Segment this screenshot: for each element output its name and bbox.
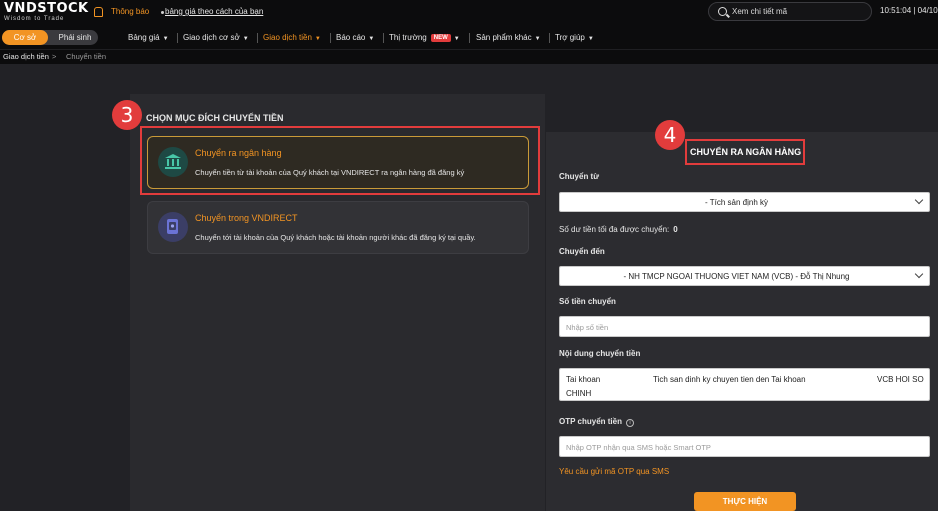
annotation-step-4: 4 [655, 120, 685, 150]
bell-icon[interactable] [94, 7, 103, 17]
chevron-down-icon [914, 195, 924, 205]
content-text-2: Tich san dinh ky chuyen tien den Tai kho… [653, 375, 806, 384]
breadcrumb-current: Chuyển tiền [66, 52, 107, 61]
main-nav: Cơ sở Phái sinh Bảng giá ▼ Giao dịch cơ s… [0, 27, 938, 49]
nav-divider [330, 33, 331, 43]
otp-input[interactable]: Nhập OTP nhận qua SMS hoặc Smart OTP [559, 436, 930, 457]
nav-label: Giao dịch tiền [263, 33, 312, 42]
logo-text: VNDSTOCK [4, 1, 89, 16]
request-otp-link[interactable]: Yêu cầu gửi mã OTP qua SMS [559, 467, 669, 476]
nav-divider [257, 33, 258, 43]
from-account-value: - Tích sản định kỳ [705, 198, 768, 207]
nav-divider [469, 33, 470, 43]
to-bank-select[interactable]: - NH TMCP NGOAI THUONG VIET NAM (VCB) - … [559, 266, 930, 286]
amount-input[interactable]: Nhập số tiền [559, 316, 930, 337]
chevron-down-icon [914, 269, 924, 279]
to-bank-value: - NH TMCP NGOAI THUONG VIET NAM (VCB) - … [623, 272, 850, 281]
market-tab-spot[interactable]: Cơ sở [2, 30, 48, 45]
transfer-content-field[interactable]: Tai khoan Tich san dinh ky chuyen tien d… [559, 368, 930, 401]
amount-label: Số tiền chuyển [559, 297, 616, 306]
nav-label: Giao dịch cơ sở [183, 33, 240, 42]
otp-placeholder: Nhập OTP nhận qua SMS hoặc Smart OTP [566, 443, 711, 452]
caret-down-icon: ▼ [368, 36, 375, 42]
nav-label: Thị trường [389, 33, 427, 42]
info-icon[interactable]: i [625, 419, 634, 427]
option-title: Chuyển trong VNDIRECT [195, 213, 298, 223]
max-balance-label: Số dư tiền tối đa được chuyển: [559, 225, 670, 234]
annotation-box-step-4 [685, 139, 805, 165]
market-switch[interactable]: Cơ sở Phái sinh [2, 30, 98, 45]
ticker-text[interactable]: bảng giá theo cách của bạn [165, 7, 263, 16]
option-internal-transfer[interactable]: Chuyển trong VNDIRECT Chuyển tới tài kho… [147, 201, 529, 254]
search-icon [718, 7, 727, 16]
top-bar: VNDSTOCK Wisdom to Trade Thông báo bảng … [0, 0, 938, 27]
annotation-step-3: 3 [112, 100, 142, 130]
nav-divider [383, 33, 384, 43]
caret-down-icon: ▼ [162, 36, 169, 42]
content-text-1: Tai khoan [566, 375, 601, 384]
caret-down-icon: ▼ [534, 36, 541, 42]
content-label: Nội dung chuyển tiền [559, 349, 641, 358]
purpose-title: CHỌN MỤC ĐÍCH CHUYỂN TIỀN [146, 113, 284, 123]
nav-divider [177, 33, 178, 43]
nav-label: Sản phẩm khác [476, 33, 532, 42]
breadcrumb: Giao dịch tiền > Chuyển tiền [0, 49, 938, 64]
transfer-card-icon [158, 212, 188, 242]
logo-tagline: Wisdom to Trade [4, 16, 65, 22]
caret-down-icon: ▼ [314, 36, 321, 42]
caret-down-icon: ▼ [242, 36, 249, 42]
content-text-4: CHINH [566, 389, 592, 398]
max-balance-value: 0 [673, 225, 678, 234]
otp-label-text: OTP chuyển tiền [559, 417, 622, 426]
option-description: Chuyển tới tài khoản của Quý khách hoặc … [195, 233, 476, 242]
nav-divider [549, 33, 550, 43]
nav-item-bang-gia[interactable]: Bảng giá ▼ [128, 33, 169, 42]
ticker-dot [161, 11, 164, 14]
nav-item-giao-dich-tien[interactable]: Giao dịch tiền ▼ [263, 33, 321, 42]
nav-item-tro-giup[interactable]: Trợ giúp ▼ [555, 33, 594, 42]
new-badge: NEW [430, 34, 451, 42]
stock-search-input[interactable]: Xem chi tiết mã [708, 2, 872, 21]
clock: 10:51:04 | 04/10 [880, 6, 938, 15]
caret-down-icon: ▼ [453, 36, 460, 42]
max-balance-text: Số dư tiền tối đa được chuyển: 0 [559, 225, 678, 234]
nav-label: Báo cáo [336, 33, 366, 42]
nav-label: Bảng giá [128, 33, 160, 42]
amount-placeholder: Nhập số tiền [566, 323, 609, 332]
caret-down-icon: ▼ [587, 36, 594, 42]
search-placeholder: Xem chi tiết mã [732, 7, 788, 16]
to-label: Chuyển đến [559, 247, 605, 256]
otp-label: OTP chuyển tiền i [559, 417, 634, 427]
nav-item-giao-dich-co-so[interactable]: Giao dịch cơ sở ▼ [183, 33, 249, 42]
nav-item-bao-cao[interactable]: Báo cáo ▼ [336, 33, 374, 42]
market-tab-derivatives[interactable]: Phái sinh [52, 30, 98, 45]
submit-button[interactable]: THỰC HIỆN [694, 492, 796, 511]
vndstock-logo[interactable]: VNDSTOCK Wisdom to Trade [4, 2, 89, 23]
content-text-3: VCB HOI SO [877, 375, 924, 384]
breadcrumb-root[interactable]: Giao dịch tiền [3, 52, 49, 61]
from-account-select[interactable]: - Tích sản định kỳ [559, 192, 930, 212]
nav-item-thi-truong[interactable]: Thị trường NEW ▼ [389, 33, 460, 42]
from-label: Chuyển từ [559, 172, 600, 181]
annotation-box-step-3 [140, 126, 540, 195]
breadcrumb-separator: > [52, 52, 57, 61]
nav-item-san-pham-khac[interactable]: Sản phẩm khác ▼ [476, 33, 541, 42]
nav-label: Trợ giúp [555, 33, 585, 42]
notification-link[interactable]: Thông báo [111, 7, 149, 16]
